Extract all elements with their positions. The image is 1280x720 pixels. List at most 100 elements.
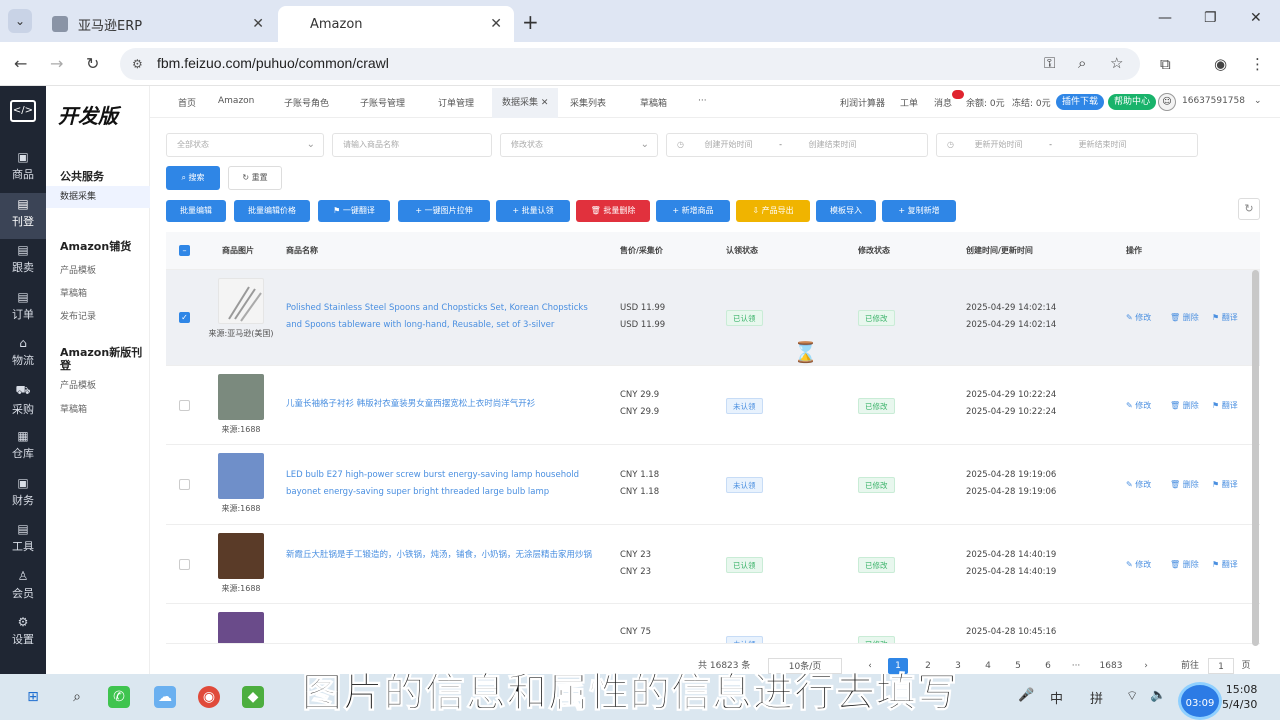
export-product-button[interactable]: ⇩ 产品导出 <box>736 200 810 222</box>
nav-tools[interactable]: ▤ 工具 <box>0 518 46 565</box>
forward-icon[interactable]: → <box>50 54 63 73</box>
extensions-icon[interactable]: ⧉ <box>1160 55 1171 73</box>
nav-publish[interactable]: ▤ 刊登 <box>0 192 46 239</box>
translate-link[interactable]: ⚑ 翻译 <box>1212 312 1238 323</box>
sidebar-item-new-drafts[interactable]: 草稿箱 <box>60 402 87 415</box>
product-name-input[interactable]: 请输入商品名称 <box>332 133 492 157</box>
user-phone[interactable]: 16637591758 <box>1182 96 1245 106</box>
translate-button[interactable]: ⚑ 一键翻译 <box>318 200 390 222</box>
tab-sub-roles[interactable]: 子账号角色 <box>284 96 329 109</box>
help-center-button[interactable]: 帮助中心 <box>1108 94 1157 110</box>
browser-tab-erp[interactable]: 亚马逊ERP ✕ <box>40 6 276 42</box>
delete-link[interactable]: 🗑 删除 <box>1170 312 1199 323</box>
nav-goods[interactable]: ▣ 商品 <box>0 146 46 193</box>
template-import-button[interactable]: 模板导入 <box>816 200 876 222</box>
tab-more[interactable]: ··· <box>698 96 707 106</box>
product-name-link[interactable]: 新霞丘大肚锅是手工锻造的，小铁锅，炖汤，铺食，小奶锅，无涂层精击家用炒锅 <box>286 547 604 564</box>
restore-icon[interactable]: ❐ <box>1204 10 1217 26</box>
batch-claim-button[interactable]: + 批量认领 <box>496 200 570 222</box>
profile-icon[interactable]: ◉ <box>1214 55 1227 73</box>
update-date-range[interactable]: ◷ 更新开始时间 - 更新结束时间 <box>936 133 1198 157</box>
key-icon[interactable]: ⚿ <box>1044 54 1055 72</box>
edit-link[interactable]: ✎ 修改 <box>1126 559 1151 570</box>
ticket-link[interactable]: 工单 <box>900 96 918 109</box>
sidebar-item-template[interactable]: 产品模板 <box>60 263 96 276</box>
close-window-icon[interactable]: ✕ <box>1250 10 1262 26</box>
delete-link[interactable]: 🗑 删除 <box>1170 479 1199 490</box>
create-date-range[interactable]: ◷ 创建开始时间 - 创建结束时间 <box>666 133 928 157</box>
image-stretch-button[interactable]: + 一键图片拉伸 <box>398 200 490 222</box>
refresh-icon[interactable]: ↻ <box>1238 198 1260 220</box>
table-row[interactable]: 来源:1688 新霞丘大肚锅是手工锻造的，小铁锅，炖汤，铺食，小奶锅，无涂层精击… <box>166 525 1260 604</box>
reset-button[interactable]: ↻ 重置 <box>228 166 282 190</box>
sidebar-item-new-template[interactable]: 产品模板 <box>60 378 96 391</box>
tab-drafts[interactable]: 草稿箱 <box>640 96 667 109</box>
menu-icon[interactable]: ⋮ <box>1250 55 1265 73</box>
table-row[interactable]: 来源:1688 儿童长袖格子衬衫 韩版衬衣童装男女童西摆宽松上衣时尚洋气开衫 C… <box>166 366 1260 445</box>
edit-link[interactable]: ✎ 修改 <box>1126 400 1151 411</box>
row-checkbox[interactable] <box>179 479 190 490</box>
search-button[interactable]: ⌕ 搜索 <box>166 166 220 190</box>
browser-tab-amazon[interactable]: Amazon ✕ <box>278 6 514 42</box>
tab-search-icon[interactable]: ⌄ <box>8 9 32 33</box>
table-scrollbar[interactable] <box>1252 270 1259 646</box>
product-name-link[interactable]: 儿童长袖格子衬衫 韩版衬衣童装男女童西摆宽松上衣时尚洋气开衫 <box>286 396 604 413</box>
close-icon[interactable]: ✕ <box>541 98 549 108</box>
star-icon[interactable]: ☆ <box>1110 54 1123 72</box>
nav-finance[interactable]: ▣ 财务 <box>0 472 46 519</box>
nav-purchase[interactable]: ⛟ 采购 <box>0 379 46 426</box>
batch-edit-price-button[interactable]: 批量编辑价格 <box>234 200 310 222</box>
nav-member[interactable]: ♙ 会员 <box>0 565 46 612</box>
tab-home[interactable]: 首页 <box>178 96 196 109</box>
all-status-select[interactable]: 全部状态 ⌄ <box>166 133 324 157</box>
translate-link[interactable]: ⚑ 翻译 <box>1212 559 1238 570</box>
product-name-link[interactable]: LED bulb E27 high-power screw burst ener… <box>286 467 604 501</box>
new-tab-icon[interactable]: + <box>522 10 539 34</box>
translate-link[interactable]: ⚑ 翻译 <box>1212 479 1238 490</box>
batch-delete-button[interactable]: 🗑 批量删除 <box>576 200 650 222</box>
profit-calculator-link[interactable]: 利润计算器 <box>840 96 885 109</box>
sidebar-item-publish-log[interactable]: 发布记录 <box>60 309 96 322</box>
nav-order[interactable]: ▤ 订单 <box>0 286 46 333</box>
add-product-button[interactable]: + 新增商品 <box>656 200 730 222</box>
table-row[interactable]: ✓ 来源:亚马逊(美国) Polished Stainless Steel Sp… <box>166 270 1260 366</box>
select-all-checkbox[interactable]: – <box>179 245 190 256</box>
row-checkbox[interactable] <box>179 400 190 411</box>
reload-icon[interactable]: ↻ <box>86 54 99 73</box>
batch-edit-button[interactable]: 批量编辑 <box>166 200 226 222</box>
copy-add-button[interactable]: + 复制新增 <box>882 200 956 222</box>
nav-follow[interactable]: ▤ 跟卖 <box>0 239 46 286</box>
zoom-icon[interactable]: ⌕ <box>1078 54 1086 72</box>
tab-collect-list[interactable]: 采集列表 <box>570 96 606 109</box>
close-icon[interactable]: ✕ <box>490 16 502 32</box>
row-checkbox[interactable] <box>179 559 190 570</box>
edit-link[interactable]: ✎ 修改 <box>1126 312 1151 323</box>
avatar[interactable]: ☺ <box>1158 93 1176 111</box>
tab-data-collect[interactable]: 数据采集 ✕ <box>492 88 559 118</box>
back-icon[interactable]: ← <box>14 54 27 73</box>
edit-link[interactable]: ✎ 修改 <box>1126 479 1151 490</box>
site-info-icon[interactable]: ⚙ <box>132 57 143 71</box>
tab-sub-accounts[interactable]: 子账号管理 <box>360 96 405 109</box>
translate-link[interactable]: ⚑ 翻译 <box>1212 400 1238 411</box>
chevron-down-icon[interactable]: ⌄ <box>1254 96 1262 106</box>
table-row[interactable]: CNY 75 未认领 已修改 2025-04-28 10:45:16 <box>166 604 1260 644</box>
message-link[interactable]: 消息 <box>934 96 952 109</box>
nav-warehouse[interactable]: ▦ 仓库 <box>0 425 46 472</box>
url-input[interactable]: ⚙ fbm.feizuo.com/puhuo/common/crawl ⚿ ⌕ … <box>120 48 1140 80</box>
close-icon[interactable]: ✕ <box>252 16 264 32</box>
plugin-download-button[interactable]: 插件下载 <box>1056 94 1105 110</box>
row-checkbox[interactable]: ✓ <box>179 312 190 323</box>
tab-amazon[interactable]: Amazon <box>218 96 254 106</box>
nav-settings[interactable]: ⚙ 设置 <box>0 611 46 658</box>
tab-orders[interactable]: 订单管理 <box>438 96 474 109</box>
product-name-link[interactable]: Polished Stainless Steel Spoons and Chop… <box>286 300 604 334</box>
table-row[interactable]: 来源:1688 LED bulb E27 high-power screw bu… <box>166 445 1260 525</box>
delete-link[interactable]: 🗑 删除 <box>1170 559 1199 570</box>
delete-link[interactable]: 🗑 删除 <box>1170 400 1199 411</box>
sidebar-item-data-collect[interactable]: 数据采集 <box>46 186 150 208</box>
nav-logistics[interactable]: ⌂ 物流 <box>0 332 46 379</box>
sidebar-item-drafts[interactable]: 草稿箱 <box>60 286 87 299</box>
minimize-icon[interactable]: — <box>1158 10 1172 26</box>
modify-status-select[interactable]: 修改状态 ⌄ <box>500 133 658 157</box>
